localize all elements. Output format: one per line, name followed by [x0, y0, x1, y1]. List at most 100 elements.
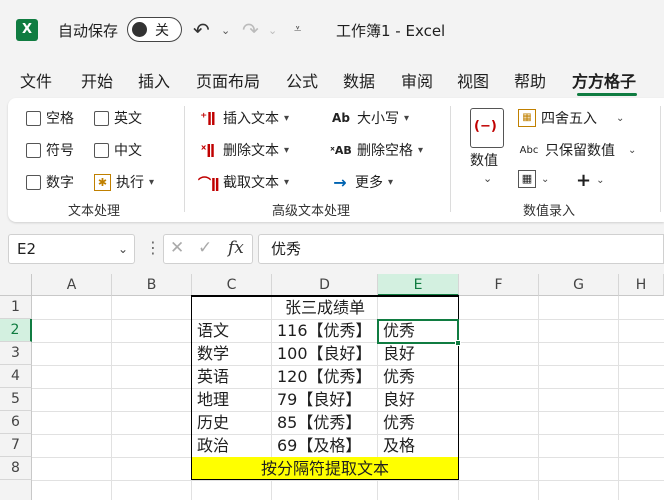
- gridline: [32, 480, 664, 481]
- customize-toolbar-icon[interactable]: ⩡: [294, 22, 301, 37]
- redo-icon[interactable]: ↷: [242, 18, 259, 42]
- document-title: 工作簿1 - Excel: [336, 22, 446, 40]
- chevron-down-icon: ⌄: [616, 112, 625, 124]
- cell-score[interactable]: 116【优秀】: [272, 319, 378, 342]
- chevron-down-icon: ▾: [284, 144, 290, 156]
- row-header-7[interactable]: 7: [0, 434, 32, 457]
- insert-function-icon[interactable]: fx: [228, 238, 244, 258]
- tab-help[interactable]: 帮助: [514, 68, 546, 92]
- checkbox-chinese[interactable]: 中文: [94, 140, 142, 160]
- add-button[interactable]: + ⌄: [576, 170, 604, 191]
- tab-insert[interactable]: 插入: [138, 68, 170, 92]
- delete-text-button[interactable]: ˣǁ 删除文本 ▾: [198, 140, 289, 160]
- gridline: [111, 296, 112, 500]
- arrow-right-icon: →: [333, 172, 347, 192]
- column-header-b[interactable]: B: [112, 274, 192, 296]
- ribbon-tabs: 文件 开始 插入 页面布局 公式 数据 审阅 视图 帮助 方方格子: [0, 62, 664, 96]
- value-button-label[interactable]: 数值: [470, 150, 498, 170]
- fill-handle[interactable]: [455, 340, 461, 346]
- case-button[interactable]: Ab 大小写 ▾: [330, 108, 409, 128]
- cell-subject[interactable]: 历史: [192, 411, 272, 434]
- delete-spaces-button[interactable]: ˣAB 删除空格 ▾: [330, 140, 423, 160]
- tab-view[interactable]: 视图: [457, 68, 489, 92]
- row-header-3[interactable]: 3: [0, 342, 32, 365]
- spreadsheet-grid: A B C D E F G H 1 2 3 4 5 6 7 8 张三成绩单 语文…: [0, 274, 664, 500]
- cell-score[interactable]: 69【及格】: [272, 434, 378, 457]
- select-all-corner[interactable]: [0, 274, 32, 296]
- checkbox-space[interactable]: 空格: [26, 108, 74, 128]
- cell-grade[interactable]: 良好: [378, 388, 458, 411]
- chevron-down-icon[interactable]: ⌄: [483, 172, 492, 185]
- autosave-toggle[interactable]: 关: [127, 17, 182, 42]
- cancel-icon[interactable]: ✕: [170, 238, 184, 258]
- value-icon[interactable]: (−): [470, 108, 504, 148]
- cell-grade[interactable]: 及格: [378, 434, 458, 457]
- checkbox-symbol[interactable]: 符号: [26, 140, 74, 160]
- column-header-f[interactable]: F: [459, 274, 539, 296]
- checkbox-number[interactable]: 数字: [26, 172, 74, 192]
- cell-score[interactable]: 85【优秀】: [272, 411, 378, 434]
- chevron-down-icon: ⌄: [117, 242, 128, 256]
- row-header-5[interactable]: 5: [0, 388, 32, 411]
- column-header-c[interactable]: C: [192, 274, 272, 296]
- row-header-4[interactable]: 4: [0, 365, 32, 388]
- more-button[interactable]: → 更多 ▾: [330, 172, 393, 192]
- table-title[interactable]: 张三成绩单: [192, 296, 458, 319]
- checkbox-english[interactable]: 英文: [94, 108, 142, 128]
- execute-button[interactable]: ✱ 执行 ▾: [94, 172, 154, 192]
- round-button[interactable]: ▦ 四舍五入 ⌄: [518, 108, 624, 128]
- tab-file[interactable]: 文件: [20, 68, 52, 92]
- confirm-icon[interactable]: ✓: [198, 238, 212, 258]
- keep-value-icon: Abc: [519, 144, 539, 156]
- redo-dropdown-icon[interactable]: ⌄: [268, 24, 277, 37]
- group-label-text: 高级文本处理: [272, 204, 351, 219]
- tab-home[interactable]: 开始: [81, 68, 113, 92]
- autosave-label: 自动保存: [58, 22, 119, 40]
- extract-text-button[interactable]: ⌒ǁ 截取文本 ▾: [198, 172, 289, 192]
- cell-subject[interactable]: 地理: [192, 388, 272, 411]
- checkbox-box: [94, 142, 109, 158]
- format-button[interactable]: ▦ ⌄: [518, 170, 549, 188]
- keep-value-button[interactable]: Abc 只保留数值 ⌄: [518, 140, 637, 160]
- cell-score[interactable]: 79【良好】: [272, 388, 378, 411]
- row-header-8[interactable]: 8: [0, 457, 32, 480]
- cell-grade[interactable]: 良好: [378, 342, 458, 365]
- row-header-9[interactable]: [0, 480, 32, 500]
- cell-subject[interactable]: 英语: [192, 365, 272, 388]
- more-options-icon[interactable]: ⋮: [145, 238, 161, 257]
- cell-score[interactable]: 120【优秀】: [272, 365, 378, 388]
- formula-input[interactable]: 优秀: [258, 234, 664, 264]
- group-divider: [660, 106, 661, 212]
- column-header-a[interactable]: A: [32, 274, 112, 296]
- row-header-6[interactable]: 6: [0, 411, 32, 434]
- insert-text-icon: ⁺ǁ: [200, 110, 216, 126]
- cell-subject[interactable]: 数学: [192, 342, 272, 365]
- cell-subject[interactable]: 政治: [192, 434, 272, 457]
- group-label-text: 数值录入: [523, 204, 576, 219]
- column-header-d[interactable]: D: [272, 274, 378, 296]
- footer-cell[interactable]: 按分隔符提取文本: [192, 457, 458, 480]
- delete-spaces-icon: ˣAB: [330, 143, 352, 157]
- tab-page-layout[interactable]: 页面布局: [196, 68, 260, 92]
- row-header-1[interactable]: 1: [0, 296, 32, 319]
- column-header-h[interactable]: H: [619, 274, 664, 296]
- tab-formulas[interactable]: 公式: [286, 68, 318, 92]
- group-divider: [450, 106, 451, 212]
- tab-data[interactable]: 数据: [343, 68, 375, 92]
- toggle-state: 关: [155, 23, 169, 39]
- cell-score[interactable]: 100【良好】: [272, 342, 378, 365]
- undo-dropdown-icon[interactable]: ⌄: [221, 24, 230, 37]
- cell-grade[interactable]: 优秀: [378, 365, 458, 388]
- cell-grade[interactable]: 优秀: [378, 411, 458, 434]
- gridline: [538, 296, 539, 500]
- cell-subject[interactable]: 语文: [192, 319, 272, 342]
- name-box[interactable]: E2 ⌄: [8, 234, 135, 264]
- column-header-g[interactable]: G: [539, 274, 619, 296]
- checkbox-box: [26, 110, 41, 126]
- column-header-e[interactable]: E: [378, 274, 459, 296]
- tab-fangfanggezi[interactable]: 方方格子: [572, 68, 636, 92]
- insert-text-button[interactable]: ⁺ǁ 插入文本 ▾: [198, 108, 289, 128]
- undo-icon[interactable]: ↶: [193, 18, 210, 42]
- row-header-2[interactable]: 2: [0, 319, 32, 342]
- tab-review[interactable]: 审阅: [401, 68, 433, 92]
